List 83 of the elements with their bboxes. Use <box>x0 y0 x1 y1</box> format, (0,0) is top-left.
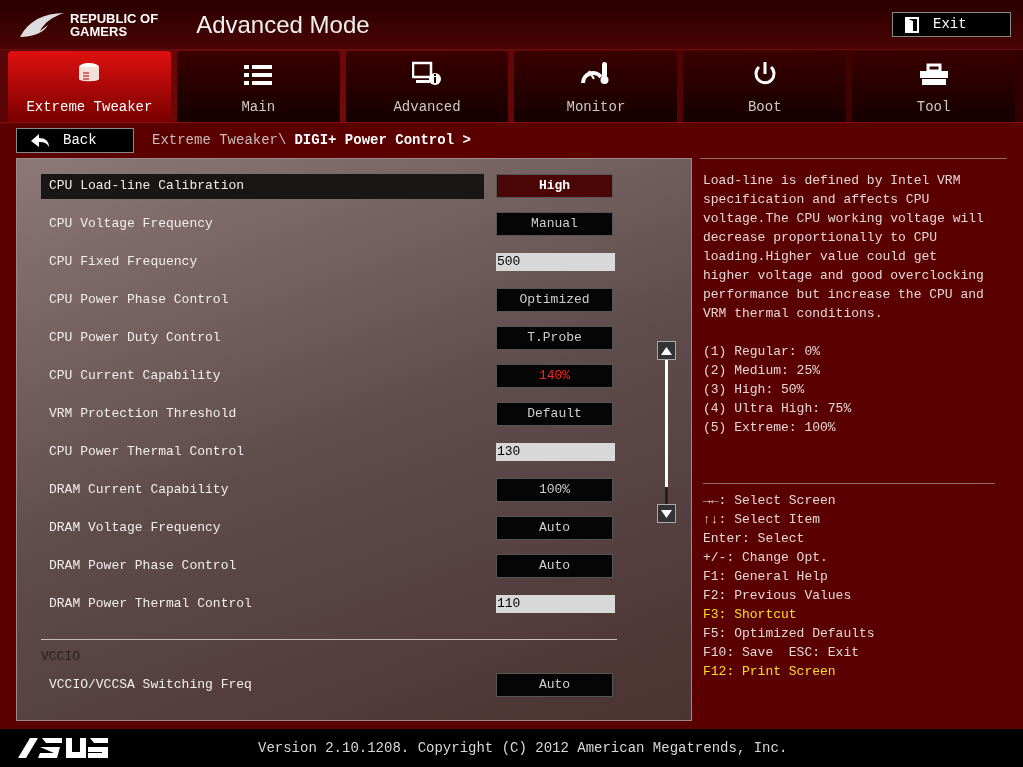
number-field[interactable]: 500 <box>496 253 615 271</box>
option-value[interactable]: Optimized <box>496 288 613 312</box>
door-icon <box>905 16 919 33</box>
version-text: Version 2.10.1208. Copyright (C) 2012 American Megatrends, Inc. <box>258 738 788 758</box>
setting-label: CPU Voltage Frequency <box>49 215 213 234</box>
brand-text: GAMERS <box>70 24 129 38</box>
down-arrow-icon <box>661 509 672 518</box>
level-description: (3) High: 50% <box>703 381 806 399</box>
list-icon <box>244 63 273 87</box>
setting-label: DRAM Current Capability <box>49 481 229 500</box>
setting-label: CPU Fixed Frequency <box>49 253 198 272</box>
breadcrumb-current: DIGI+ Power Control > <box>294 131 471 150</box>
nav-tab[interactable]: Main <box>176 51 340 122</box>
setting-label: DRAM Power Thermal Control <box>49 595 252 614</box>
setting-label: DRAM Voltage Frequency <box>49 519 221 538</box>
scroll-up-button[interactable] <box>657 341 676 360</box>
option-value[interactable]: T.Probe <box>496 326 613 350</box>
key-hint: F2: Previous Values <box>703 587 853 605</box>
setting-label: CPU Load-line Calibration <box>49 177 245 196</box>
setting-row[interactable]: CPU Power Phase Control <box>41 287 484 313</box>
level-description: (4) Ultra High: 75% <box>703 400 853 418</box>
number-field[interactable]: 130 <box>496 443 615 461</box>
option-value[interactable]: Auto <box>496 554 613 578</box>
key-hint: F5: Optimized Defaults <box>703 625 876 643</box>
setting-row[interactable]: CPU Load-line Calibration <box>41 173 484 199</box>
key-hint: Enter: Select <box>703 530 806 548</box>
key-hint: F3: Shortcut <box>703 606 798 624</box>
nav-tab[interactable]: Boot <box>683 51 847 122</box>
monitor-info-icon <box>412 61 443 87</box>
key-hint: +/-: Change Opt. <box>703 549 829 567</box>
key-hint: →←: Select Screen <box>703 492 837 510</box>
level-description: (5) Extreme: 100% <box>703 419 837 437</box>
breadcrumb-path: Extreme Tweaker\ <box>152 131 287 150</box>
up-arrow-icon <box>661 346 672 355</box>
option-value[interactable]: Auto <box>496 516 613 540</box>
key-hint: ↑↓: Select Item <box>703 511 822 529</box>
option-value[interactable]: Default <box>496 402 613 426</box>
option-value[interactable]: Auto <box>496 673 613 697</box>
setting-label: DRAM Power Phase Control <box>49 557 237 576</box>
setting-row[interactable]: CPU Power Duty Control <box>41 325 484 351</box>
setting-row[interactable]: CPU Voltage Frequency <box>41 211 484 237</box>
asus-logo-icon <box>18 738 108 758</box>
setting-label: VCCIO/VCCSA Switching Freq <box>49 676 252 695</box>
level-description: (2) Medium: 25% <box>703 362 822 380</box>
help-description: Load-line is defined by Intel VRM specification and affects CPU voltage.The CPU working voltage will decrease proportionally to CPU loading.Higher value could get higher voltage and good overclocking performance but increase the CPU and VRM thermal conditions. <box>703 172 985 323</box>
eye-logo-icon <box>18 10 66 39</box>
nav-tab[interactable]: Tool <box>852 51 1015 122</box>
nav-tab[interactable]: Extreme Tweaker <box>8 51 171 122</box>
window-title: Advanced Mode <box>196 9 370 40</box>
key-hint: F1: General Help <box>703 568 829 586</box>
scrollbar-track[interactable] <box>665 360 668 504</box>
setting-row[interactable]: DRAM Voltage Frequency <box>41 515 484 541</box>
exit-button[interactable]: Exit <box>892 12 1011 37</box>
setting-label: CPU Power Duty Control <box>49 329 221 348</box>
option-value[interactable]: 140% <box>496 364 613 388</box>
option-value[interactable]: High <box>496 174 613 198</box>
key-hint: F12: Print Screen <box>703 663 837 681</box>
number-field[interactable]: 110 <box>496 595 615 613</box>
setting-row[interactable]: VRM Protection Threshold <box>41 401 484 427</box>
setting-row[interactable]: CPU Fixed Frequency <box>41 249 486 275</box>
setting-row[interactable]: DRAM Current Capability <box>41 477 484 503</box>
brand-text: REPUBLIC OF <box>70 11 159 25</box>
option-value[interactable]: 100% <box>496 478 613 502</box>
nav-tab[interactable]: Advanced <box>345 51 509 122</box>
scroll-down-button[interactable] <box>657 504 676 523</box>
setting-label: VRM Protection Threshold <box>49 405 237 424</box>
level-description: (1) Regular: 0% <box>703 343 822 361</box>
option-value[interactable]: Manual <box>496 212 613 236</box>
power-icon <box>751 61 778 87</box>
toolbox-icon <box>918 63 949 87</box>
setting-row[interactable]: CPU Power Thermal Control <box>41 439 486 465</box>
setting-row[interactable]: CPU Current Capability <box>41 363 484 389</box>
setting-label: CPU Power Thermal Control <box>49 443 245 462</box>
back-arrow-icon <box>31 133 49 148</box>
setting-row[interactable]: VCCIO/VCCSA Switching Freq <box>41 672 484 698</box>
setting-label: CPU Current Capability <box>49 367 221 386</box>
setting-label: CPU Power Phase Control <box>49 291 229 310</box>
nav-tab[interactable]: Monitor <box>514 51 678 122</box>
key-hint: F10: Save ESC: Exit <box>703 644 861 662</box>
gauge-thermometer-icon <box>580 61 611 87</box>
back-button[interactable]: Back <box>16 128 134 153</box>
setting-row[interactable]: DRAM Power Thermal Control <box>41 591 486 617</box>
setting-row[interactable]: DRAM Power Phase Control <box>41 553 484 579</box>
